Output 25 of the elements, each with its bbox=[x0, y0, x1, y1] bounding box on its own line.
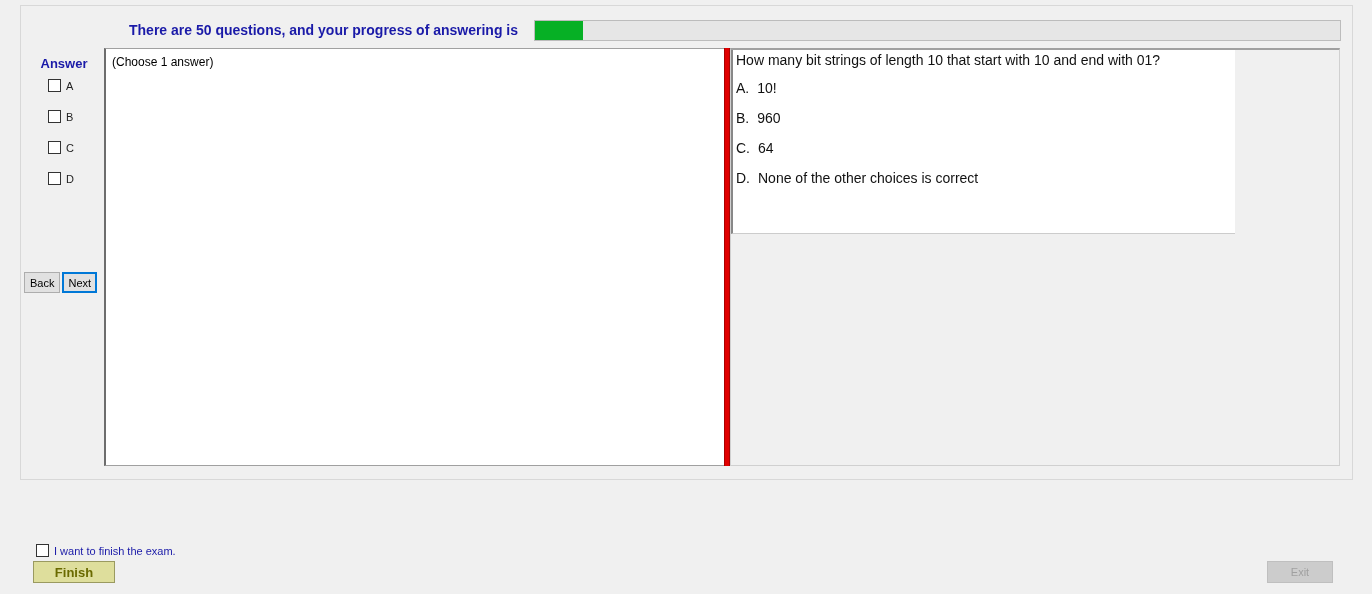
choice-text: 64 bbox=[758, 140, 774, 156]
question-text: How many bit strings of length 10 that start with 10 and end with 01? bbox=[736, 52, 1162, 68]
nav-button[interactable]: Back bbox=[24, 272, 61, 293]
choice-text: 10! bbox=[757, 80, 777, 96]
checkbox[interactable] bbox=[48, 141, 61, 154]
nav-button[interactable]: Next bbox=[62, 272, 98, 293]
checkbox-label: B bbox=[66, 110, 74, 123]
choice-letter: B. bbox=[736, 110, 750, 126]
choice-text: 960 bbox=[757, 110, 781, 126]
checkbox-label: I want to finish the exam. bbox=[54, 544, 176, 557]
checkbox-label: C bbox=[66, 141, 74, 154]
choice-letter: C. bbox=[736, 140, 750, 156]
checkbox[interactable] bbox=[48, 172, 61, 185]
progress-caption: There are 50 questions, and your progress of answering is bbox=[129, 22, 518, 38]
checkbox-label: D bbox=[66, 172, 74, 185]
finish-button[interactable]: Finish bbox=[33, 561, 115, 583]
choice-letter: D. bbox=[736, 170, 750, 186]
choice-letter: A. bbox=[736, 80, 750, 96]
checkbox[interactable] bbox=[48, 110, 61, 123]
checkbox-label: A bbox=[66, 79, 74, 92]
answer-title: Answer bbox=[40, 56, 88, 71]
choice-text: None of the other choices is correct bbox=[758, 170, 979, 186]
checkbox[interactable] bbox=[48, 79, 61, 92]
checkbox[interactable] bbox=[36, 544, 49, 557]
answer-hint: (Choose 1 answer) bbox=[112, 55, 215, 69]
